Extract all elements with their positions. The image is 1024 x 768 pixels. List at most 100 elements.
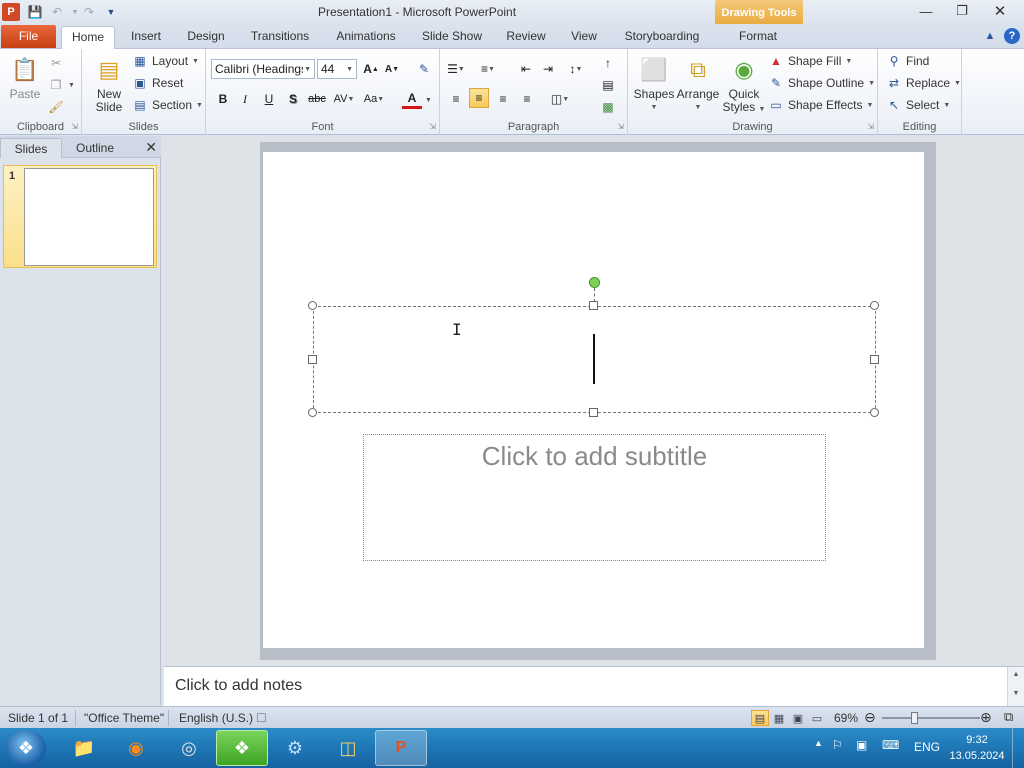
italic-button[interactable]: I	[235, 89, 255, 109]
font-size-combo[interactable]: 44 ▼	[317, 59, 357, 79]
dialog-launcher-icon[interactable]: ⇲	[429, 122, 436, 131]
align-right-button[interactable]: ≡	[493, 89, 513, 109]
select-button[interactable]: ↖ Select ▼	[886, 95, 950, 115]
tab-format[interactable]: Format	[722, 26, 794, 49]
minimize-ribbon-icon[interactable]: ▲	[982, 28, 998, 44]
clear-formatting-icon[interactable]: ✎	[414, 59, 434, 79]
fit-to-window-icon[interactable]: ⧉	[1004, 709, 1013, 725]
scroll-up-icon[interactable]: ▲	[1008, 671, 1024, 678]
cut-button[interactable]: ✂	[48, 53, 64, 73]
section-button[interactable]: ▤ Section ▼	[132, 95, 203, 115]
resize-handle-top-left[interactable]	[308, 301, 317, 310]
dialog-launcher-icon[interactable]: ⇲	[867, 122, 874, 131]
resize-handle-left[interactable]	[308, 355, 317, 364]
quick-styles-button[interactable]: ◉ Quick Styles ▼	[722, 53, 766, 116]
tab-transitions[interactable]: Transitions	[243, 26, 317, 49]
resize-handle-bottom-right[interactable]	[870, 408, 879, 417]
align-text-icon[interactable]: ▤	[598, 75, 618, 95]
tab-storyboarding[interactable]: Storyboarding	[616, 26, 708, 49]
justify-button[interactable]: ≡	[517, 89, 537, 109]
columns-button[interactable]: ◫ ▼	[550, 89, 570, 109]
shape-effects-button[interactable]: ▭ Shape Effects ▼	[768, 95, 873, 115]
line-spacing-button[interactable]: ↕ ▼	[566, 59, 586, 79]
numbering-button[interactable]: ≡ ▼	[478, 59, 498, 79]
chrome-icon[interactable]: ◎	[163, 730, 215, 766]
archive-app-icon[interactable]: ◫	[322, 730, 374, 766]
tab-animations[interactable]: Animations	[328, 26, 404, 49]
scroll-down-icon[interactable]: ▼	[1008, 690, 1024, 697]
tab-insert[interactable]: Insert	[120, 26, 172, 49]
decrease-indent-button[interactable]: ⇤	[516, 59, 536, 79]
close-icon[interactable]: ✕	[145, 139, 157, 156]
tab-home[interactable]: Home	[61, 26, 115, 49]
new-slide-button[interactable]: ▤ New Slide	[88, 53, 130, 114]
shape-outline-button[interactable]: ✎ Shape Outline ▼	[768, 73, 875, 93]
resize-handle-bottom[interactable]	[589, 408, 598, 417]
keyboard-icon[interactable]: ⌨	[882, 738, 899, 752]
powerpoint-taskbar-icon[interactable]: P	[375, 730, 427, 766]
font-name-combo[interactable]: Calibri (Headings) ▼	[211, 59, 315, 79]
help-icon[interactable]: ?	[1004, 28, 1020, 44]
tab-review[interactable]: Review	[501, 26, 551, 49]
show-desktop-button[interactable]	[1012, 728, 1024, 768]
chevron-down-icon[interactable]: ▼	[425, 97, 432, 104]
minimize-button[interactable]: —	[908, 0, 944, 22]
firefox-icon[interactable]: ◉	[110, 730, 162, 766]
shape-fill-button[interactable]: ▲ Shape Fill ▼	[768, 51, 852, 71]
dialog-launcher-icon[interactable]: ⇲	[617, 122, 624, 131]
align-left-button[interactable]: ≡	[446, 89, 466, 109]
replace-button[interactable]: ⇄ Replace ▼	[886, 73, 961, 93]
notes-scrollbar[interactable]: ▲ ▼	[1007, 667, 1024, 707]
tab-slides[interactable]: Slides	[0, 138, 62, 158]
network-icon[interactable]: ▣	[856, 738, 867, 752]
tab-outline[interactable]: Outline	[64, 138, 126, 158]
dialog-launcher-icon[interactable]: ⇲	[71, 122, 78, 131]
copy-button[interactable]: ❐ ▼	[48, 75, 75, 95]
increase-indent-button[interactable]: ⇥	[538, 59, 558, 79]
resize-handle-top[interactable]	[589, 301, 598, 310]
character-spacing-button[interactable]: AV ▼	[334, 89, 355, 109]
underline-button[interactable]: U	[259, 89, 279, 109]
tab-slide-show[interactable]: Slide Show	[414, 26, 490, 49]
arrange-button[interactable]: ⧉ Arrange ▼	[676, 53, 720, 114]
resize-handle-right[interactable]	[870, 355, 879, 364]
rotate-handle[interactable]	[589, 277, 600, 288]
file-explorer-icon[interactable]: 📁	[58, 730, 110, 766]
grow-font-button[interactable]: A ▲	[361, 59, 381, 79]
settings-gear-icon[interactable]: ⚙	[269, 730, 321, 766]
zoom-slider-thumb[interactable]	[911, 712, 919, 724]
tab-view[interactable]: View	[562, 26, 606, 49]
start-button[interactable]: ❖	[6, 730, 46, 766]
system-clock[interactable]: 9:32 13.05.2024	[947, 732, 1007, 764]
tab-file[interactable]: File	[1, 25, 56, 48]
paste-button[interactable]: 📋 Paste	[6, 53, 44, 101]
restore-button[interactable]: ❐	[944, 0, 980, 22]
shadow-button[interactable]: S	[283, 89, 303, 109]
bold-button[interactable]: B	[213, 89, 233, 109]
zoom-in-icon[interactable]: ⊕	[980, 709, 992, 726]
slide-sorter-view-icon[interactable]: ▦	[770, 710, 788, 726]
tab-design[interactable]: Design	[178, 26, 234, 49]
text-direction-icon[interactable]: ↑	[598, 53, 618, 73]
format-painter-button[interactable]: 🖌	[48, 97, 64, 117]
language-status[interactable]: English (U.S.)	[179, 711, 253, 725]
theme-status[interactable]: "Office Theme"	[84, 711, 164, 725]
show-hidden-icons-icon[interactable]: ▲	[814, 738, 823, 748]
layout-button[interactable]: ▦ Layout ▼	[132, 51, 199, 71]
slide-thumbnail-item[interactable]: 1	[3, 165, 157, 268]
strikethrough-button[interactable]: abc	[307, 89, 327, 109]
notes-pane[interactable]: Click to add notes ▲ ▼	[164, 666, 1024, 707]
windows-app-icon[interactable]: ❖	[216, 730, 268, 766]
close-button[interactable]: ✕	[982, 0, 1018, 22]
slide-show-view-icon[interactable]: ▭	[808, 710, 826, 726]
input-language[interactable]: ENG	[914, 740, 940, 754]
slide-thumbnail[interactable]	[24, 168, 154, 266]
subtitle-placeholder[interactable]: Click to add subtitle	[363, 434, 826, 561]
resize-handle-bottom-left[interactable]	[308, 408, 317, 417]
change-case-button[interactable]: Aa ▼	[364, 89, 384, 109]
zoom-slider[interactable]	[882, 717, 980, 719]
normal-view-icon[interactable]: ▤	[751, 710, 769, 726]
find-button[interactable]: ⚲ Find	[886, 51, 930, 71]
align-center-button[interactable]: ≡	[469, 88, 489, 108]
reading-view-icon[interactable]: ▣	[789, 710, 807, 726]
